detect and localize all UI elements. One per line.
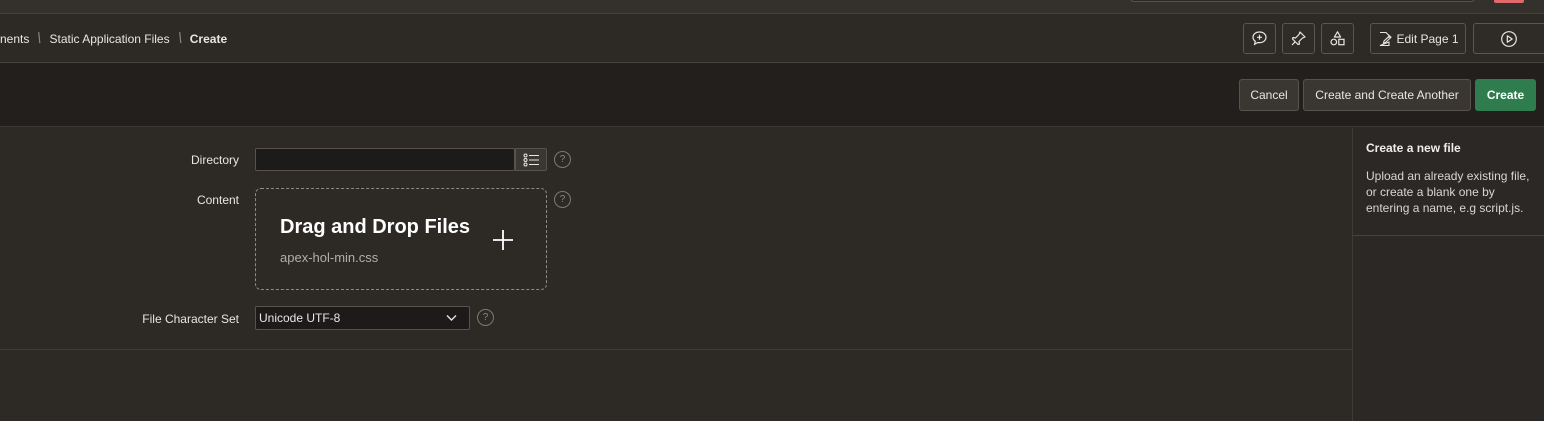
- charset-label: File Character Set: [142, 312, 239, 326]
- comment-add-icon: [1252, 31, 1267, 46]
- pin-button[interactable]: [1282, 23, 1315, 54]
- plus-icon: [493, 230, 513, 250]
- cancel-button[interactable]: Cancel: [1239, 79, 1299, 111]
- chevron-down-icon: [446, 315, 457, 321]
- content-help-icon[interactable]: ?: [554, 191, 571, 208]
- charset-select-value: Unicode UTF-8: [259, 311, 341, 325]
- dropzone-title: Drag and Drop Files: [280, 216, 471, 238]
- edit-page-button[interactable]: Edit Page 1: [1370, 23, 1466, 54]
- breadcrumb-item-create: Create: [189, 31, 228, 46]
- environment-badge: [1494, 0, 1524, 3]
- top-header-strip: [0, 0, 1544, 14]
- file-form: Directory ? Content Drag and Drop Files …: [0, 128, 1352, 350]
- breadcrumb: nents \ Static Application Files \ Creat…: [0, 14, 227, 63]
- shared-components-button[interactable]: [1321, 23, 1354, 54]
- edit-page-label: Edit Page 1: [1396, 31, 1459, 46]
- breadcrumb-bar: nents \ Static Application Files \ Creat…: [0, 14, 1544, 63]
- charset-help-icon[interactable]: ?: [477, 309, 494, 326]
- charset-select[interactable]: Unicode UTF-8: [255, 306, 470, 330]
- create-and-create-another-button[interactable]: Create and Create Another: [1303, 79, 1471, 111]
- add-comment-button[interactable]: [1243, 23, 1276, 54]
- create-button[interactable]: Create: [1475, 79, 1536, 111]
- breadcrumb-item-static-files[interactable]: Static Application Files: [50, 32, 170, 46]
- help-panel-title: Create a new file: [1366, 141, 1461, 155]
- list-icon: [523, 153, 539, 166]
- directory-help-icon[interactable]: ?: [554, 151, 571, 168]
- shapes-icon: [1330, 31, 1345, 46]
- directory-input[interactable]: [255, 148, 515, 171]
- breadcrumb-separator: \: [35, 30, 44, 47]
- help-panel-section: Create a new file Upload an already exis…: [1353, 128, 1544, 236]
- pin-icon: [1291, 31, 1306, 46]
- action-bar: Cancel Create and Create Another Create: [0, 63, 1544, 127]
- edit-page-icon: [1380, 31, 1393, 46]
- directory-list-button[interactable]: [515, 148, 547, 171]
- form-footer-area: [0, 351, 1352, 421]
- breadcrumb-separator: \: [176, 30, 184, 47]
- directory-label: Directory: [190, 153, 239, 167]
- run-page-button[interactable]: [1473, 23, 1544, 54]
- help-panel: Create a new file Upload an already exis…: [1352, 128, 1544, 421]
- run-icon: [1501, 30, 1517, 47]
- help-panel-text: Upload an already existing file, or crea…: [1366, 169, 1530, 215]
- file-dropzone[interactable]: Drag and Drop Files apex-hol-min.css: [255, 188, 547, 290]
- global-search-input[interactable]: [1130, 0, 1475, 2]
- dropzone-file-name: apex-hol-min.css: [280, 250, 379, 265]
- breadcrumb-item-components[interactable]: nents: [0, 32, 29, 46]
- content-label: Content: [196, 193, 239, 207]
